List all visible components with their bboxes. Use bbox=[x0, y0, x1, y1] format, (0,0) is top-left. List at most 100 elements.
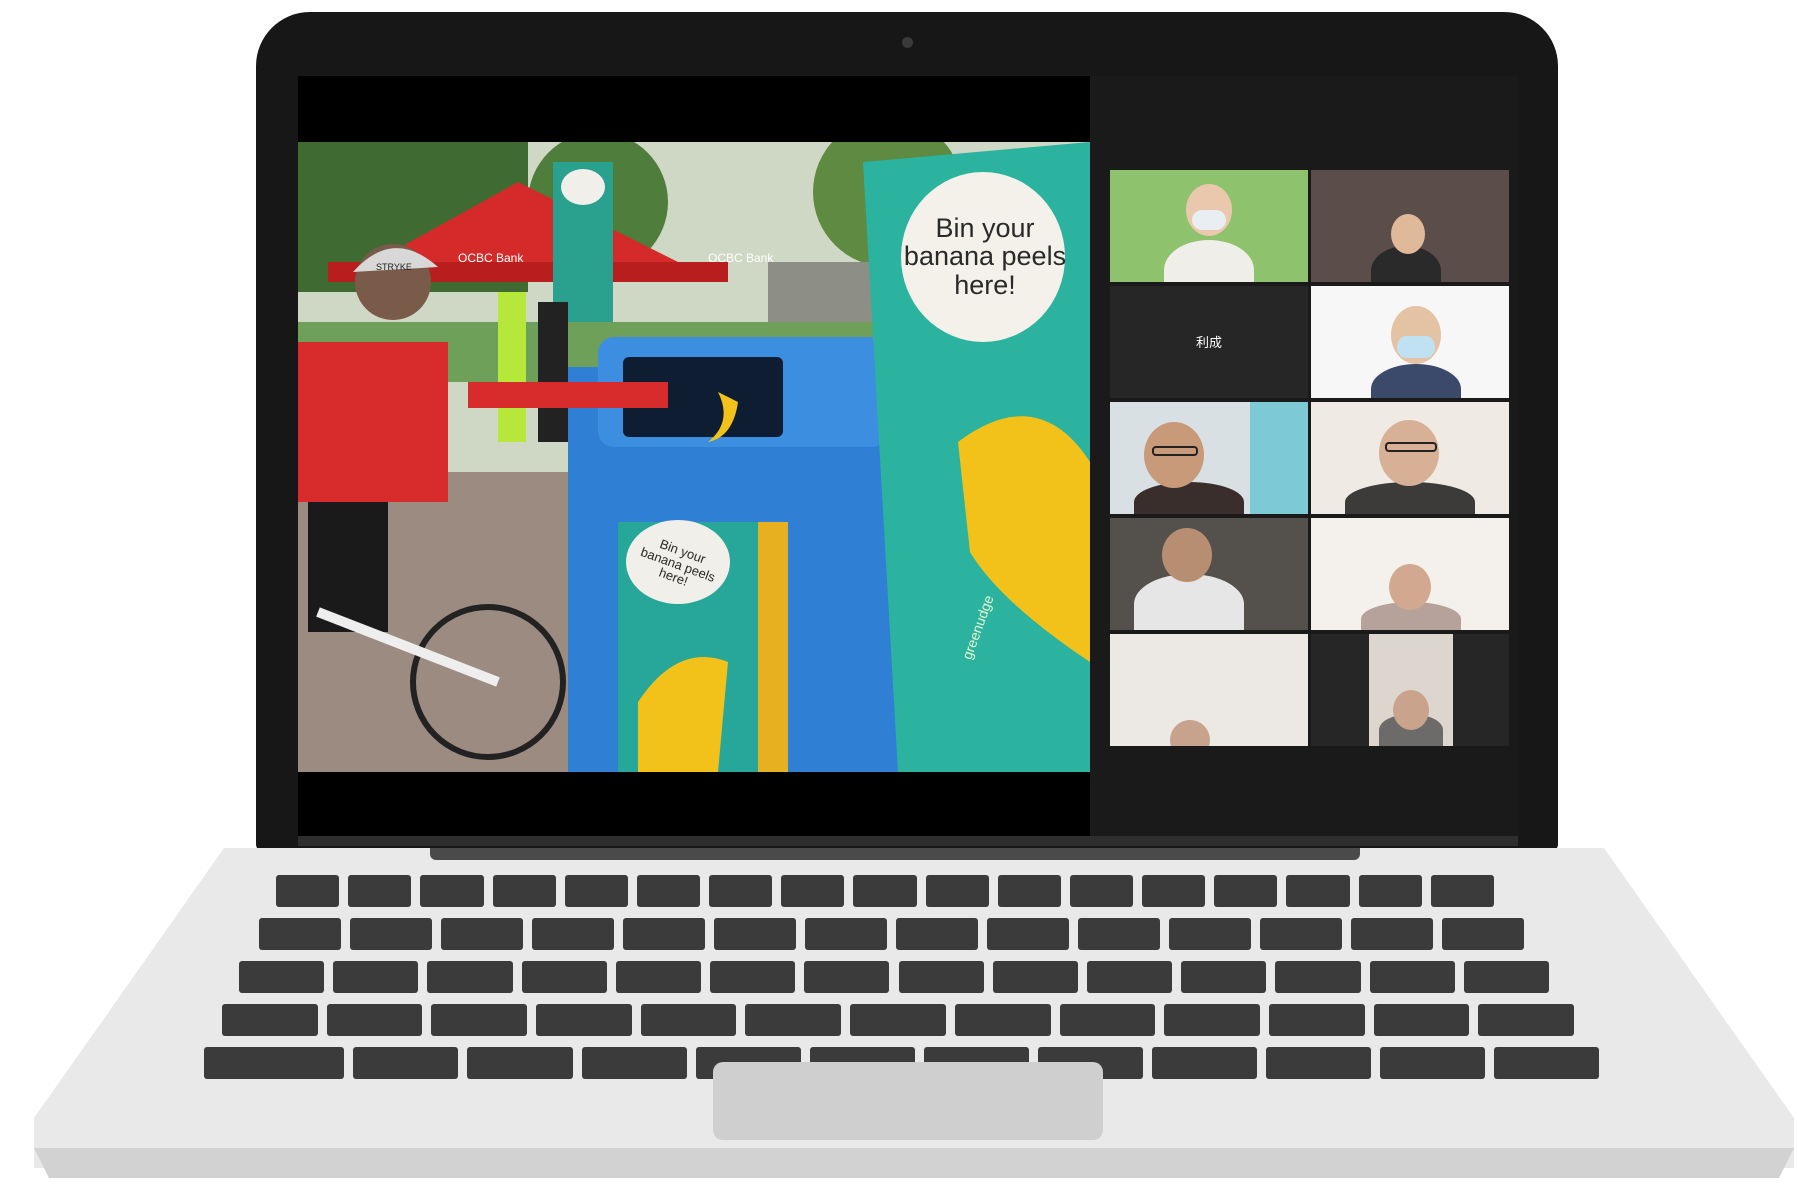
keyboard-key[interactable] bbox=[1181, 961, 1267, 993]
participant-tile[interactable] bbox=[1311, 170, 1509, 282]
main-sign-line-1: Bin your bbox=[935, 213, 1035, 243]
keyboard-key[interactable] bbox=[333, 961, 419, 993]
laptop-base bbox=[34, 848, 1794, 1195]
laptop-lid: OCBC Bank OCBC Bank STRYKE Bin your bana… bbox=[256, 12, 1558, 852]
cyclist-jersey bbox=[298, 342, 448, 502]
participant-tile[interactable] bbox=[1110, 402, 1308, 514]
bin-poster-stripe bbox=[758, 522, 788, 772]
keyboard-key[interactable] bbox=[564, 875, 628, 907]
keyboard-key[interactable] bbox=[420, 875, 484, 907]
keyboard-key[interactable] bbox=[204, 1047, 345, 1079]
participant-tile[interactable] bbox=[1311, 518, 1509, 630]
keyboard-key[interactable] bbox=[1379, 1047, 1485, 1079]
cyclist-arm bbox=[468, 382, 668, 408]
keyboard-key[interactable] bbox=[714, 918, 796, 950]
keyboard-key[interactable] bbox=[1493, 1047, 1599, 1079]
runner-dark bbox=[538, 302, 568, 442]
keyboard-key[interactable] bbox=[997, 875, 1061, 907]
participant-video-frame bbox=[1369, 634, 1453, 746]
keyboard-key[interactable] bbox=[781, 875, 845, 907]
keyboard-key[interactable] bbox=[1260, 918, 1342, 950]
participant-tile[interactable] bbox=[1110, 634, 1308, 746]
participant-tile[interactable] bbox=[1110, 518, 1308, 630]
keyboard-key[interactable] bbox=[222, 1004, 318, 1036]
keyboard-key[interactable] bbox=[1275, 961, 1361, 993]
keyboard-key[interactable] bbox=[636, 875, 701, 907]
shared-screen[interactable]: OCBC Bank OCBC Bank STRYKE Bin your bana… bbox=[298, 76, 1090, 836]
keyboard-key[interactable] bbox=[992, 961, 1078, 993]
main-sign-line-3: here! bbox=[954, 269, 1016, 300]
participant-name: 利成 bbox=[1195, 335, 1222, 350]
keyboard-key[interactable] bbox=[1358, 875, 1422, 907]
keyboard-key[interactable] bbox=[276, 875, 340, 907]
small-sign-bubble bbox=[561, 169, 605, 205]
keyboard-key[interactable] bbox=[353, 1047, 459, 1079]
keyboard-key[interactable] bbox=[1351, 918, 1433, 950]
keyboard-key[interactable] bbox=[1369, 961, 1455, 993]
participant-head bbox=[1389, 564, 1431, 610]
keyboard-key[interactable] bbox=[427, 961, 513, 993]
keyboard-key[interactable] bbox=[1463, 961, 1549, 993]
keyboard-key[interactable] bbox=[896, 918, 978, 950]
keyboard-key[interactable] bbox=[804, 961, 890, 993]
touchpad[interactable] bbox=[713, 1062, 1103, 1140]
participant-tile[interactable] bbox=[1311, 286, 1509, 398]
keyboard-key[interactable] bbox=[805, 918, 887, 950]
keyboard-key[interactable] bbox=[1169, 918, 1251, 950]
keyboard-key[interactable] bbox=[1268, 1004, 1365, 1036]
participant-gallery: 利成 bbox=[1090, 76, 1518, 836]
keyboard-key[interactable] bbox=[623, 918, 705, 950]
keyboard-key[interactable] bbox=[709, 875, 773, 907]
keyboard-key[interactable] bbox=[1086, 961, 1173, 993]
keyboard-key[interactable] bbox=[1151, 1047, 1257, 1079]
keyboard-key[interactable] bbox=[1214, 875, 1278, 907]
participant-body bbox=[1134, 574, 1244, 630]
tent-banner-text-2: OCBC Bank bbox=[708, 251, 774, 265]
keyboard-key[interactable] bbox=[1142, 875, 1206, 907]
keyboard bbox=[34, 848, 1794, 1195]
keyboard-key[interactable] bbox=[850, 1004, 946, 1036]
keyboard-key[interactable] bbox=[431, 1004, 528, 1036]
keyboard-key[interactable] bbox=[467, 1047, 573, 1079]
keyboard-key[interactable] bbox=[492, 875, 556, 907]
keyboard-key[interactable] bbox=[925, 875, 989, 907]
keyboard-key[interactable] bbox=[581, 1047, 687, 1079]
keyboard-key[interactable] bbox=[259, 918, 341, 950]
keyboard-key[interactable] bbox=[615, 961, 702, 993]
keyboard-key[interactable] bbox=[1265, 1047, 1371, 1079]
keyboard-key[interactable] bbox=[898, 961, 984, 993]
keyboard-key[interactable] bbox=[532, 918, 614, 950]
participant-tile[interactable] bbox=[1110, 170, 1308, 282]
keyboard-key[interactable] bbox=[326, 1004, 423, 1036]
participant-head bbox=[1393, 690, 1429, 730]
face-mask bbox=[1397, 336, 1435, 358]
keyboard-key[interactable] bbox=[1430, 875, 1494, 907]
keyboard-key[interactable] bbox=[350, 918, 432, 950]
keyboard-key[interactable] bbox=[1373, 1004, 1470, 1036]
participant-body bbox=[1371, 364, 1461, 398]
keyboard-key[interactable] bbox=[853, 875, 917, 907]
participant-head bbox=[1162, 528, 1212, 582]
keyboard-key[interactable] bbox=[1286, 875, 1350, 907]
keyboard-key[interactable] bbox=[1059, 1004, 1156, 1036]
keyboard-key[interactable] bbox=[1078, 918, 1160, 950]
keyboard-key[interactable] bbox=[1478, 1004, 1574, 1036]
keyboard-key[interactable] bbox=[710, 961, 796, 993]
runner-vest bbox=[498, 292, 526, 442]
participant-tile[interactable] bbox=[1311, 402, 1509, 514]
keyboard-key[interactable] bbox=[441, 918, 523, 950]
participant-tile[interactable] bbox=[1311, 634, 1509, 746]
keyboard-key[interactable] bbox=[1164, 1004, 1260, 1036]
keyboard-key[interactable] bbox=[640, 1004, 737, 1036]
keyboard-key[interactable] bbox=[954, 1004, 1051, 1036]
keyboard-key[interactable] bbox=[1069, 875, 1134, 907]
keyboard-key[interactable] bbox=[521, 961, 607, 993]
keyboard-key[interactable] bbox=[348, 875, 412, 907]
laptop-hinge bbox=[430, 848, 1360, 860]
keyboard-key[interactable] bbox=[536, 1004, 632, 1036]
keyboard-key[interactable] bbox=[987, 918, 1069, 950]
keyboard-key[interactable] bbox=[239, 961, 325, 993]
keyboard-key[interactable] bbox=[1442, 918, 1524, 950]
keyboard-key[interactable] bbox=[745, 1004, 842, 1036]
participant-tile[interactable]: 利成 bbox=[1110, 286, 1308, 398]
